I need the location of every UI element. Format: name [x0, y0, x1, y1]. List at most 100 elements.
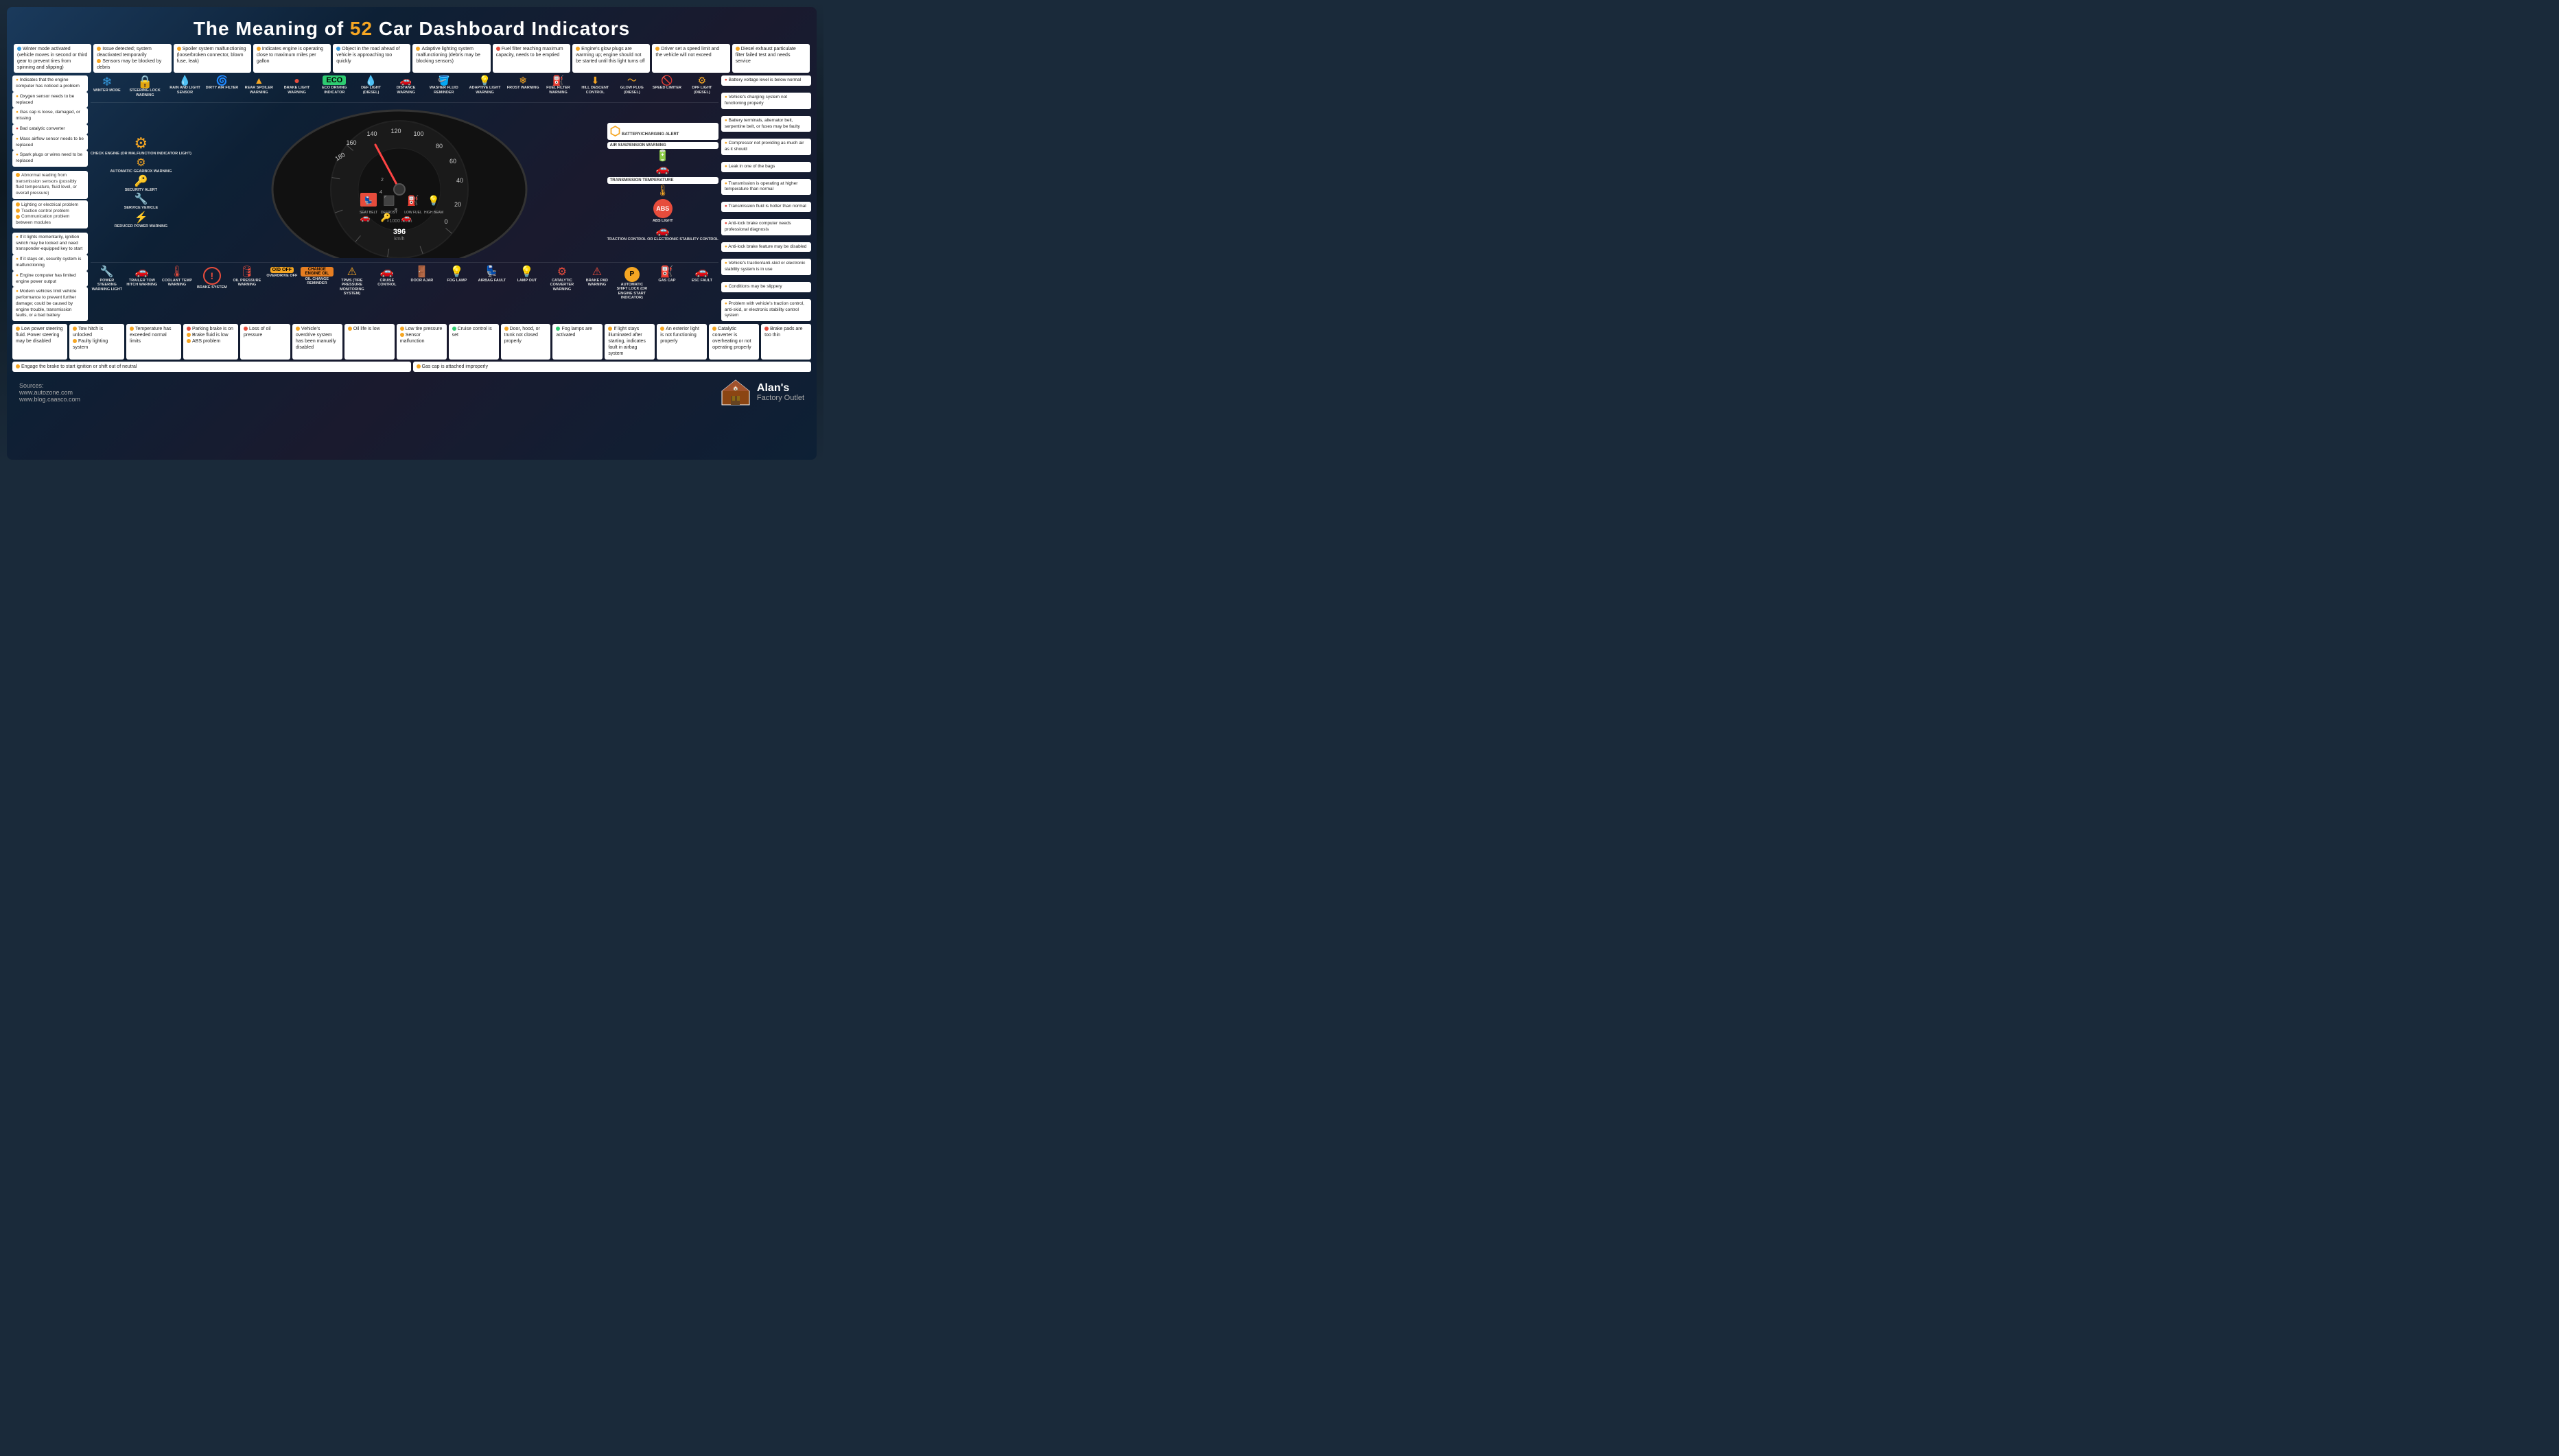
svg-text:120: 120: [390, 128, 401, 134]
bottom-tooltips-row: Low power steering fluid. Power steering…: [12, 324, 811, 372]
right-panel: Battery voltage level is below normal Ve…: [721, 75, 811, 321]
svg-text:160: 160: [346, 139, 356, 146]
left-tip-engine: Indicates that the engine computer has n…: [12, 75, 88, 92]
left-tip-limited: Engine computer has limited engine power…: [12, 271, 88, 287]
svg-text:⛽: ⛽: [407, 195, 419, 207]
svg-text:LOW FUEL: LOW FUEL: [404, 211, 422, 215]
main-title: The Meaning of 52 Car Dashboard Indicato…: [12, 18, 811, 40]
right-tip-transmission-hot: Transmission is operating at higher temp…: [721, 179, 811, 196]
right-tip-charging: Vehicle's charging system not functionin…: [721, 93, 811, 109]
icon-oil-pressure: 🛢 OIL PRESSURE WARNING: [231, 267, 264, 301]
right-tip-trans-fluid: Transmission fluid is hotter than normal: [721, 202, 811, 212]
icon-check-engine: ⚙ CHECK ENGINE (or Malfunction Indicator…: [91, 136, 191, 156]
right-tip-slippery: Conditions may be slippery: [721, 282, 811, 292]
right-tip-esc-problem: Problem with vehicle's traction control,…: [721, 299, 811, 321]
mid-right-icons: ⬡ BATTERY/CHARGING ALERT AIR SUSPENSION …: [607, 123, 718, 242]
icon-dpf: ⚙ DPF LIGHT (Diesel): [686, 75, 718, 97]
icon-brake-pad: ⚠ BRAKE PAD WARNING: [581, 267, 614, 301]
bot-tip-door: Door, hood, or trunk not closed properly: [501, 324, 551, 359]
icon-cruise: 🚗 CRUISE CONTROL: [371, 267, 404, 301]
left-tip-transponder: If it lights momentarily, ignition switc…: [12, 233, 88, 255]
icon-shift-lock: P AUTOMATIC SHIFT LOCK (or Engine Start …: [616, 267, 648, 301]
source-url-2: www.blog.caasco.com: [19, 396, 80, 403]
svg-text:2: 2: [381, 178, 384, 183]
bot-tip-fog: Fog lamps are activated: [552, 324, 603, 359]
footer: Sources: www.autozone.com www.blog.caasc…: [12, 375, 811, 410]
top-tooltip-glow: Engine's glow plugs are warming up; engi…: [572, 44, 650, 73]
top-tooltip-winter: Winter mode activated (vehicle moves in …: [14, 44, 91, 73]
mid-left-icons: ⚙ CHECK ENGINE (or Malfunction Indicator…: [91, 136, 191, 229]
svg-text:SEAT BELT: SEAT BELT: [360, 211, 377, 215]
svg-text:💡: 💡: [428, 195, 439, 207]
sources-label: Sources:: [19, 382, 80, 389]
check-engine-sub-tips: Abnormal reading from transmission senso…: [12, 171, 88, 199]
left-tip-modern: Modern vehicles limit vehicle performanc…: [12, 287, 88, 321]
left-panel: Indicates that the engine computer has n…: [12, 75, 88, 321]
icon-power-steering: 🔧 POWER STEERING WARNING LIGHT: [91, 267, 124, 301]
svg-text:100: 100: [413, 130, 423, 137]
logo-subtitle: Factory Outlet: [757, 394, 804, 402]
icon-change-oil: CHANGE ENGINE OIL OIL CHANGE REMINDER: [301, 267, 334, 301]
bot-tip-gas-cap: Gas cap is attached improperly: [413, 362, 812, 372]
top-tooltip-speed: Driver set a speed limit and the vehicle…: [652, 44, 729, 73]
icon-overdrive: O/D OFF OVERDRIVE OFF: [266, 267, 299, 301]
right-tip-traction-use: Vehicle's traction/anti-skid or electron…: [721, 259, 811, 275]
icon-def: 💧 DEF LIGHT (Diesel): [355, 75, 388, 97]
svg-text:HIGH BEAM: HIGH BEAM: [424, 211, 443, 215]
bot-tip-oil-life: Oil life is low: [344, 324, 395, 359]
infographic: The Meaning of 52 Car Dashboard Indicato…: [7, 7, 817, 460]
icon-tpms: ⚠ TPMS (Tire pressure monitoring system): [336, 267, 369, 301]
left-tip-security: If it stays on, security system is malfu…: [12, 255, 88, 271]
icon-auto-gearbox: ⚙ AUTOMATIC GEARBOX WARNING: [91, 158, 191, 174]
svg-text:DEFROST: DEFROST: [381, 211, 397, 215]
logo-section: 🏠 Alan's Factory Outlet: [721, 379, 804, 406]
svg-text:4: 4: [379, 190, 382, 195]
icon-abs: ABS ABS LIGHT: [607, 199, 718, 224]
svg-text:140: 140: [366, 130, 377, 137]
check-engine-sub-tip2: Lighting or electrical problem Traction …: [12, 200, 88, 228]
icon-steering-lock: 🔒 STEERING LOCK WARNING: [126, 75, 165, 97]
logo-barn-icon: 🏠: [721, 379, 751, 406]
logo-name: Alan's Factory Outlet: [757, 382, 804, 403]
icon-rear-spoiler: ▲ REAR SPOILER WARNING: [240, 75, 277, 97]
right-tip-leak: Leak in one of the bags: [721, 162, 811, 172]
bot-tip-shift-lock: Engage the brake to start ignition or sh…: [12, 362, 411, 372]
bot-tip-tow-hitch: Tow hitch is unlocked Faulty lighting sy…: [69, 324, 124, 359]
top-tooltip-issue: Issue detected; system deactivated tempo…: [93, 44, 171, 73]
icon-fog-lamp: 💡 FOG LAMP: [441, 267, 474, 301]
top-tooltip-fuel-filter: Fuel filter reaching maximum capacity, n…: [493, 44, 570, 73]
svg-text:km/h: km/h: [394, 237, 404, 242]
source-url-1: www.autozone.com: [19, 389, 80, 396]
svg-text:60: 60: [449, 158, 456, 165]
speedometer-area: 180 160 140 120 100 80 60 40 20 0: [194, 107, 605, 258]
left-tip-gascap: Gas cap is loose, damaged, or missing: [12, 108, 88, 124]
svg-text:🏠: 🏠: [733, 385, 739, 391]
icon-gas-cap: ⛽ GAS CAP: [651, 267, 683, 301]
right-tip-abs-diag: Anti-lock brake computer needs professio…: [721, 219, 811, 235]
icon-esc-fault: 🚗 ESC FAULT: [686, 267, 718, 301]
icon-brake-system: ! BRAKE SYSTEM: [196, 267, 229, 301]
icon-battery-charge: 🔋: [607, 151, 718, 162]
top-tooltip-dpf: Diesel exhaust particulate filter failed…: [732, 44, 810, 73]
bot-tip-power-steering: Low power steering fluid. Power steering…: [12, 324, 67, 359]
title-suffix: Car Dashboard Indicators: [373, 18, 630, 39]
right-tip-abs-disabled: Anti-lock brake feature may be disabled: [721, 242, 811, 253]
bot-tip-overdrive: Vehicle's overdrive system has been manu…: [292, 324, 342, 359]
top-tooltips-row: Winter mode activated (vehicle moves in …: [12, 44, 811, 73]
right-tip-compressor: Compressor not providing as much air as …: [721, 139, 811, 155]
top-tooltip-spoiler: Spoiler system malfunctioning (loose/bro…: [174, 44, 251, 73]
icon-air-suspension: 🚗: [607, 164, 718, 175]
icon-dirty-air: 🌀 DIRTY AIR FILTER: [205, 75, 238, 97]
svg-text:0: 0: [444, 218, 447, 225]
svg-text:40: 40: [456, 177, 463, 184]
icon-reduced-power: ⚡ REDUCED POWER WARNING: [91, 213, 191, 229]
icon-distance: 🚗 DISTANCE WARNING: [390, 75, 423, 97]
top-tooltip-eco: Indicates engine is operating close to m…: [253, 44, 331, 73]
transmission-temp-label: TRANSMISSION TEMPERATURE: [607, 177, 718, 184]
left-check-engine-section: Abnormal reading from transmission senso…: [12, 171, 88, 230]
icon-hill-descent: ⬇ HILL DESCENT CONTROL: [577, 75, 614, 97]
main-dash-area: Indicates that the engine computer has n…: [12, 75, 811, 321]
svg-text:80: 80: [436, 143, 443, 150]
left-tip-catalytic: Bad catalytic converter: [12, 124, 88, 134]
right-tip-battery-terminals: Battery terminals, alternator belt, serp…: [721, 116, 811, 132]
